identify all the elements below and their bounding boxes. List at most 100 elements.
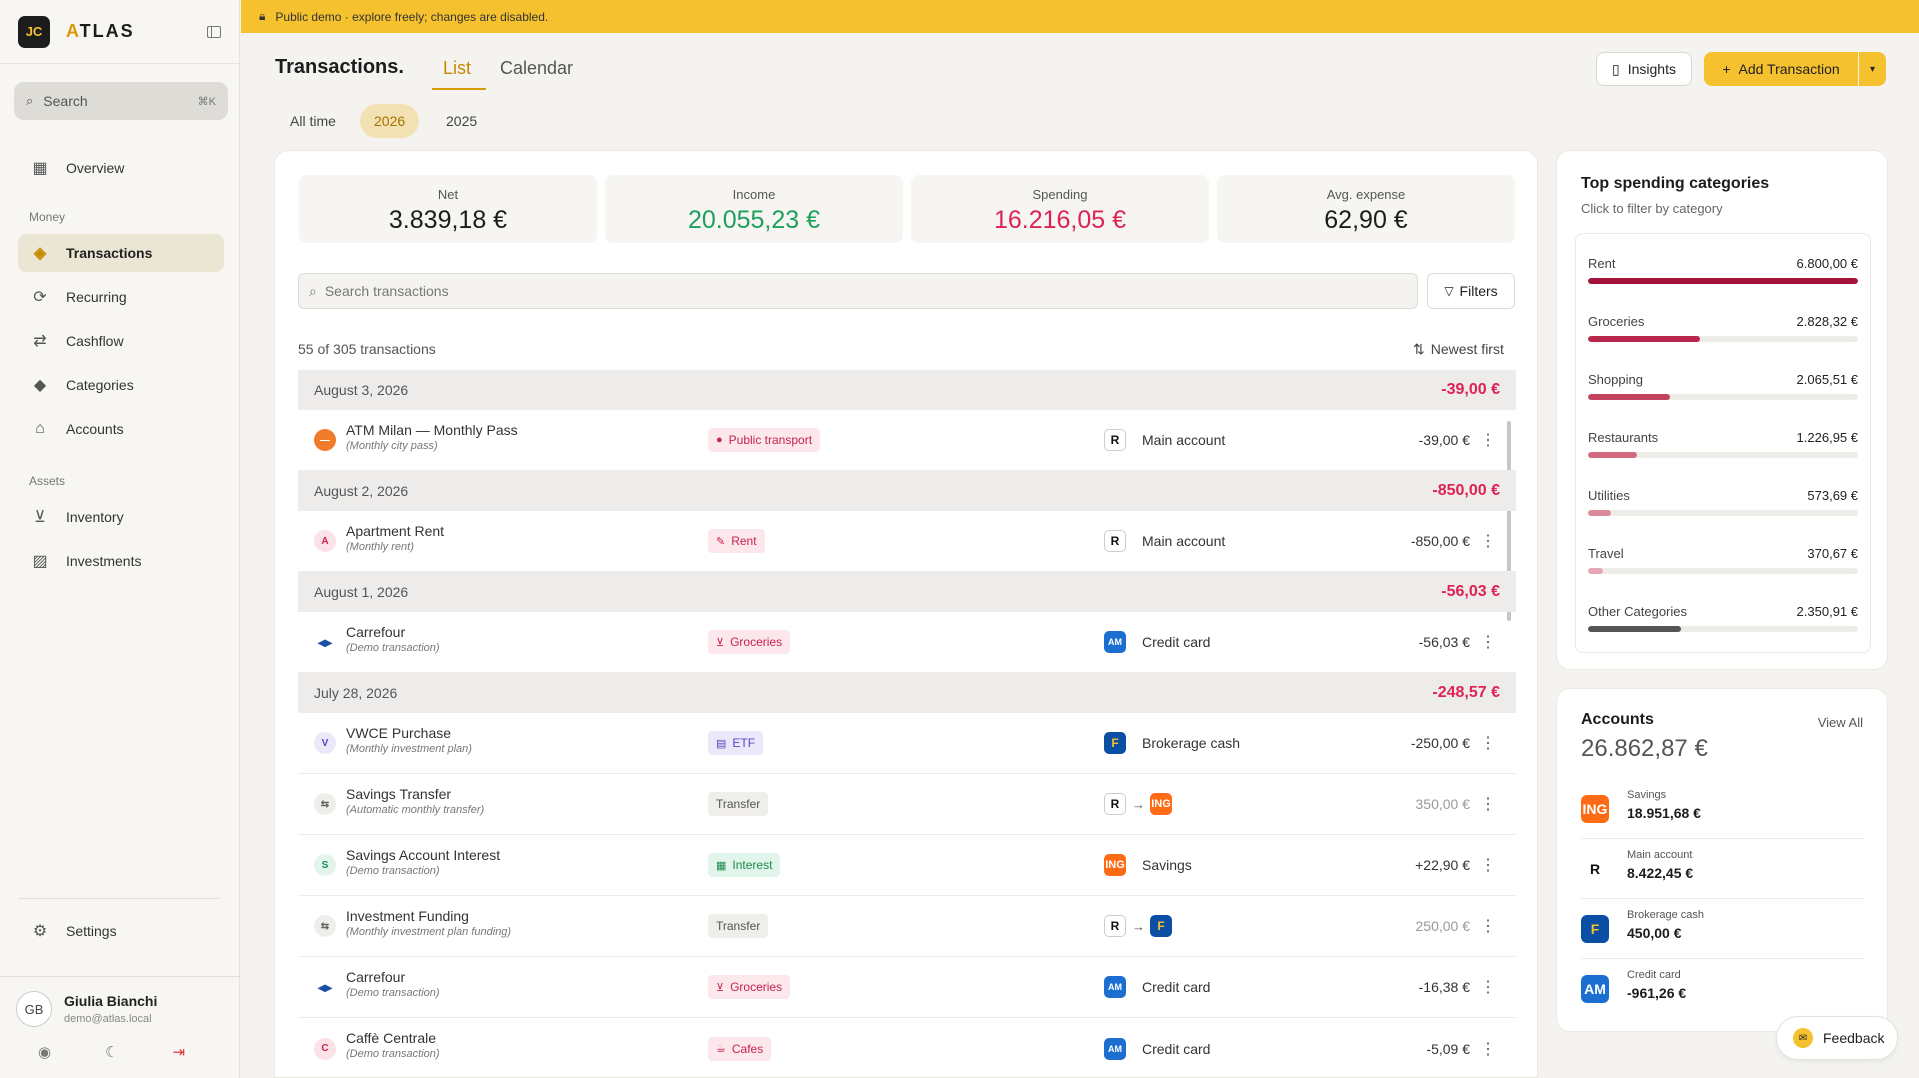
category-badge[interactable]: ⊻ Groceries xyxy=(708,630,791,654)
table-row[interactable]: ⇆ Investment Funding (Monthly investment… xyxy=(298,896,1516,957)
table-row[interactable]: ◂▸ Carrefour (Demo transaction) ⊻ Groceri… xyxy=(298,957,1516,1018)
banner-text: Public demo · explore freely; changes ar… xyxy=(275,9,549,24)
sidebar-item-overview[interactable]: ▦ Overview xyxy=(18,149,224,187)
tx-amount: -5,09 € xyxy=(1426,1040,1470,1057)
tx-note: (Demo transaction) xyxy=(346,1048,440,1060)
moon-icon[interactable]: ☾ xyxy=(105,1043,118,1061)
avatar[interactable]: GB xyxy=(16,991,52,1027)
account-balance: 450,00 € xyxy=(1627,925,1682,941)
sidebar-item-recurring[interactable]: ⟳ Recurring xyxy=(18,278,224,316)
category-bar xyxy=(1588,394,1671,400)
group-total: -248,57 € xyxy=(1432,684,1500,701)
category-row[interactable]: Rent 6.800,00 € xyxy=(1588,256,1858,296)
more-icon[interactable]: ⋮ xyxy=(1480,632,1496,652)
period-2026[interactable]: 2026 xyxy=(360,104,420,138)
category-badge[interactable]: ▤ ETF xyxy=(708,731,764,755)
sort-toggle[interactable]: ⇅ Newest first xyxy=(1413,341,1515,358)
category-badge[interactable]: Transfer xyxy=(708,792,769,816)
logo: JC xyxy=(18,15,50,48)
group-date: July 28, 2026 xyxy=(314,685,398,701)
account-row[interactable]: AM Credit card -961,26 € xyxy=(1581,959,1865,1019)
tab-calendar[interactable]: Calendar xyxy=(500,58,573,79)
sidebar-item-categories[interactable]: ◆ Categories xyxy=(18,366,224,404)
date-group-header: August 1, 2026 -56,03 € xyxy=(298,572,1516,612)
tx-note: (Monthly investment plan funding) xyxy=(346,926,512,938)
table-row[interactable]: C Caffè Centrale (Demo transaction) ☕︎ Ca… xyxy=(298,1018,1516,1077)
more-icon[interactable]: ⋮ xyxy=(1480,977,1496,997)
feedback-label: Feedback xyxy=(1823,1030,1885,1046)
ing-icon: ING xyxy=(1581,795,1609,823)
sidebar-item-settings[interactable]: ⚙ Settings xyxy=(18,912,224,950)
table-row[interactable]: A Apartment Rent (Monthly rent) ✎ Rent R … xyxy=(298,511,1516,572)
more-icon[interactable]: ⋮ xyxy=(1480,916,1496,936)
tx-note: (Monthly investment plan) xyxy=(346,743,472,755)
sidebar: JC ATLAS ⌕ Search ⌘K ▦ Overview Money ◈ Tr… xyxy=(0,0,240,1078)
sidebar-item-label: Investments xyxy=(66,553,142,569)
user-panel: GB Giulia Bianchi demo@atlas.local ◉ ☾ ⇥ xyxy=(0,976,240,1078)
user-actions: ◉ ☾ ⇥ xyxy=(38,1043,185,1061)
category-row[interactable]: Travel 370,67 € xyxy=(1588,546,1858,586)
category-bar xyxy=(1588,278,1858,284)
category-badge[interactable]: ● Public transport xyxy=(708,428,821,452)
search-input[interactable]: ⌕ Search ⌘K xyxy=(14,82,228,120)
category-badge[interactable]: Transfer xyxy=(708,914,769,938)
tx-name: Carrefour xyxy=(346,624,406,640)
category-badge[interactable]: ✎ Rent xyxy=(708,529,765,553)
category-row[interactable]: Groceries 2.828,32 € xyxy=(1588,314,1858,354)
more-icon[interactable]: ⋮ xyxy=(1480,733,1496,753)
sidebar-item-investments[interactable]: ▨ Investments xyxy=(18,542,224,580)
view-all-link[interactable]: View All xyxy=(1818,715,1863,730)
add-transaction-button[interactable]: + Add Transaction xyxy=(1704,52,1858,86)
transaction-count: 55 of 305 transactions xyxy=(298,341,436,357)
eye-icon[interactable]: ◉ xyxy=(38,1043,51,1061)
sidebar-toggle-icon[interactable] xyxy=(207,25,221,38)
more-icon[interactable]: ⋮ xyxy=(1480,794,1496,814)
category-badge[interactable]: ☕︎ Cafes xyxy=(708,1036,772,1061)
account-balance: -961,26 € xyxy=(1627,985,1687,1001)
tx-amount: +22,90 € xyxy=(1415,857,1470,873)
table-row[interactable]: ◂▸ Carrefour (Demo transaction) ⊻ Groceri… xyxy=(298,612,1516,673)
filters-button[interactable]: ▽ Filters xyxy=(1427,273,1515,309)
insights-button[interactable]: ▯ Insights xyxy=(1596,52,1692,86)
sidebar-item-cashflow[interactable]: ⇄ Cashflow xyxy=(18,322,224,360)
more-icon[interactable]: ⋮ xyxy=(1480,430,1496,450)
sidebar-item-inventory[interactable]: ⊻ Inventory xyxy=(18,498,224,536)
tab-list[interactable]: List xyxy=(443,58,471,79)
more-icon[interactable]: ⋮ xyxy=(1480,855,1496,875)
period-2025[interactable]: 2025 xyxy=(432,104,491,138)
stat-spending: Spending 16.216,05 € xyxy=(911,175,1209,243)
more-icon[interactable]: ⋮ xyxy=(1480,531,1496,551)
category-row[interactable]: Utilities 573,69 € xyxy=(1588,488,1858,528)
transactions-search-input[interactable]: ⌕ Search transactions xyxy=(298,273,1418,309)
category-row[interactable]: Restaurants 1.226,95 € xyxy=(1588,430,1858,470)
category-name: Other Categories xyxy=(1588,604,1687,619)
category-badge[interactable]: ⊻ Groceries xyxy=(708,975,791,999)
table-row[interactable]: V VWCE Purchase (Monthly investment plan… xyxy=(298,713,1516,774)
stat-income: Income 20.055,23 € xyxy=(605,175,903,243)
feedback-button[interactable]: ✉ Feedback xyxy=(1776,1016,1898,1060)
account-name: Main account xyxy=(1627,849,1693,861)
account-row[interactable]: R Main account 8.422,45 € xyxy=(1581,839,1865,899)
cart-icon: ⊻ xyxy=(716,981,725,994)
table-row[interactable]: — ATM Milan — Monthly Pass (Monthly city… xyxy=(298,410,1516,471)
fineco-icon: F xyxy=(1150,915,1172,937)
account-row[interactable]: F Brokerage cash 450,00 € xyxy=(1581,899,1865,959)
category-value: 6.800,00 € xyxy=(1796,256,1858,271)
table-row[interactable]: S Savings Account Interest (Demo transac… xyxy=(298,835,1516,896)
category-row[interactable]: Shopping 2.065,51 € xyxy=(1588,372,1858,412)
category-badge[interactable]: ▦ Interest xyxy=(708,853,781,877)
category-label: Cafes xyxy=(731,1041,764,1056)
category-bar xyxy=(1588,510,1611,516)
sidebar-item-accounts[interactable]: ⌂ Accounts xyxy=(18,410,224,448)
add-transaction-dropdown[interactable]: ▾ xyxy=(1859,52,1886,86)
logout-icon[interactable]: ⇥ xyxy=(173,1043,186,1061)
category-bar-track xyxy=(1588,278,1858,284)
category-row[interactable]: Other Categories 2.350,91 € xyxy=(1588,604,1858,644)
period-all-time[interactable]: All time xyxy=(276,104,350,138)
account-row[interactable]: ING Savings 18.951,68 € xyxy=(1581,779,1865,839)
table-row[interactable]: ⇆ Savings Transfer (Automatic monthly tr… xyxy=(298,774,1516,835)
more-icon[interactable]: ⋮ xyxy=(1480,1039,1496,1059)
category-name: Utilities xyxy=(1588,488,1630,503)
sidebar-item-transactions[interactable]: ◈ Transactions xyxy=(18,234,224,272)
tx-name: Savings Account Interest xyxy=(346,847,501,863)
